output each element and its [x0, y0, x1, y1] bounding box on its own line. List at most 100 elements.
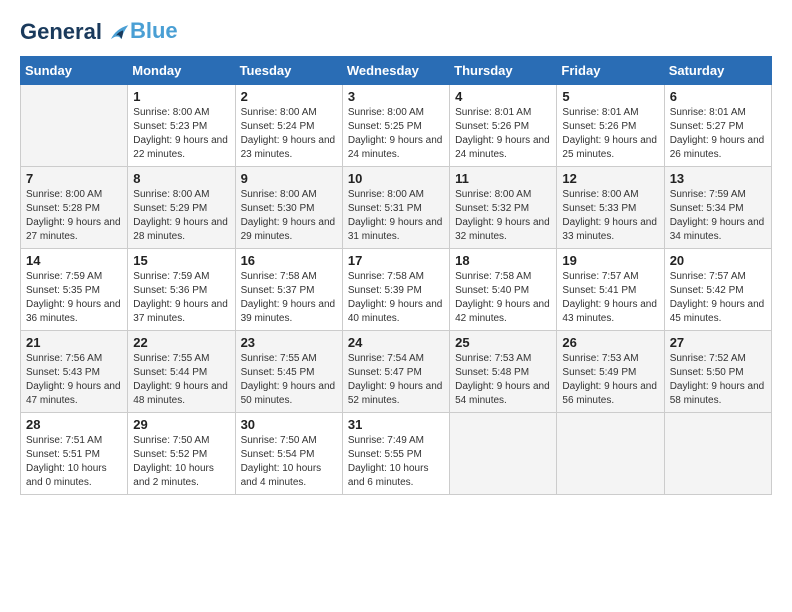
day-info: Sunrise: 8:00 AMSunset: 5:30 PMDaylight:… [241, 188, 337, 244]
day-info: Sunrise: 8:00 AMSunset: 5:24 PMDaylight:… [241, 106, 337, 162]
calendar-cell: 11Sunrise: 8:00 AMSunset: 5:32 PMDayligh… [450, 167, 557, 249]
calendar-cell: 3 Sunrise: 8:00 AMSunset: 5:25 PMDaylight… [342, 85, 449, 167]
day-info: Sunrise: 7:53 AMSunset: 5:48 PMDaylight:… [455, 352, 551, 408]
day-number: 30 [241, 417, 337, 432]
calendar-cell: 9Sunrise: 8:00 AMSunset: 5:30 PMDaylight… [235, 167, 342, 249]
day-number: 29 [133, 417, 229, 432]
header-friday: Friday [557, 57, 664, 85]
day-info: Sunrise: 7:52 AMSunset: 5:50 PMDaylight:… [670, 352, 766, 408]
day-number: 15 [133, 253, 229, 268]
calendar-cell [21, 85, 128, 167]
day-number: 18 [455, 253, 551, 268]
calendar-cell: 24 Sunrise: 7:54 AMSunset: 5:47 PMDayligh… [342, 331, 449, 413]
calendar-cell [664, 413, 771, 495]
day-info: Sunrise: 7:57 AMSunset: 5:41 PMDaylight:… [562, 270, 658, 326]
calendar-cell: 17Sunrise: 7:58 AMSunset: 5:39 PMDayligh… [342, 249, 449, 331]
day-info: Sunrise: 7:57 AMSunset: 5:42 PMDaylight:… [670, 270, 766, 326]
page-header: General Blue [20, 20, 772, 46]
calendar-cell: 27 Sunrise: 7:52 AMSunset: 5:50 PMDayligh… [664, 331, 771, 413]
calendar-cell: 20 Sunrise: 7:57 AMSunset: 5:42 PMDayligh… [664, 249, 771, 331]
day-info: Sunrise: 8:01 AMSunset: 5:27 PMDaylight:… [670, 106, 766, 162]
calendar-cell: 13Sunrise: 7:59 AMSunset: 5:34 PMDayligh… [664, 167, 771, 249]
day-info: Sunrise: 7:56 AMSunset: 5:43 PMDaylight:… [26, 352, 122, 408]
calendar-cell: 4 Sunrise: 8:01 AMSunset: 5:26 PMDaylight… [450, 85, 557, 167]
calendar-cell: 8Sunrise: 8:00 AMSunset: 5:29 PMDaylight… [128, 167, 235, 249]
day-info: Sunrise: 7:55 AMSunset: 5:45 PMDaylight:… [241, 352, 337, 408]
calendar-cell: 6 Sunrise: 8:01 AMSunset: 5:27 PMDaylight… [664, 85, 771, 167]
day-info: Sunrise: 7:53 AMSunset: 5:49 PMDaylight:… [562, 352, 658, 408]
calendar-cell: 15 Sunrise: 7:59 AMSunset: 5:36 PMDayligh… [128, 249, 235, 331]
day-info: Sunrise: 7:58 AMSunset: 5:37 PMDaylight:… [241, 270, 337, 326]
logo-text-general: General [20, 19, 102, 44]
calendar-cell: 2 Sunrise: 8:00 AMSunset: 5:24 PMDaylight… [235, 85, 342, 167]
calendar-cell: 18 Sunrise: 7:58 AMSunset: 5:40 PMDayligh… [450, 249, 557, 331]
day-number: 20 [670, 253, 766, 268]
day-info: Sunrise: 7:54 AMSunset: 5:47 PMDaylight:… [348, 352, 444, 408]
day-number: 4 [455, 89, 551, 104]
calendar-cell: 30 Sunrise: 7:50 AMSunset: 5:54 PMDayligh… [235, 413, 342, 495]
day-number: 23 [241, 335, 337, 350]
day-number: 27 [670, 335, 766, 350]
day-info: Sunrise: 7:55 AMSunset: 5:44 PMDaylight:… [133, 352, 229, 408]
calendar-cell: 28 Sunrise: 7:51 AMSunset: 5:51 PMDayligh… [21, 413, 128, 495]
calendar-cell: 29 Sunrise: 7:50 AMSunset: 5:52 PMDayligh… [128, 413, 235, 495]
day-number: 2 [241, 89, 337, 104]
header-tuesday: Tuesday [235, 57, 342, 85]
calendar-cell: 31Sunrise: 7:49 AMSunset: 5:55 PMDayligh… [342, 413, 449, 495]
day-number: 6 [670, 89, 766, 104]
header-monday: Monday [128, 57, 235, 85]
calendar-header-row: SundayMondayTuesdayWednesdayThursdayFrid… [21, 57, 772, 85]
day-number: 28 [26, 417, 122, 432]
day-number: 3 [348, 89, 444, 104]
day-number: 11 [455, 171, 551, 186]
calendar-cell: 16 Sunrise: 7:58 AMSunset: 5:37 PMDayligh… [235, 249, 342, 331]
calendar-cell [557, 413, 664, 495]
day-info: Sunrise: 8:01 AMSunset: 5:26 PMDaylight:… [562, 106, 658, 162]
calendar-cell: 10 Sunrise: 8:00 AMSunset: 5:31 PMDayligh… [342, 167, 449, 249]
calendar-cell: 25 Sunrise: 7:53 AMSunset: 5:48 PMDayligh… [450, 331, 557, 413]
calendar-cell: 7 Sunrise: 8:00 AMSunset: 5:28 PMDaylight… [21, 167, 128, 249]
day-number: 25 [455, 335, 551, 350]
logo-bird-icon [104, 20, 130, 46]
day-number: 14 [26, 253, 122, 268]
day-number: 1 [133, 89, 229, 104]
calendar-cell: 12 Sunrise: 8:00 AMSunset: 5:33 PMDayligh… [557, 167, 664, 249]
day-info: Sunrise: 8:00 AMSunset: 5:31 PMDaylight:… [348, 188, 444, 244]
logo-text-blue: Blue [130, 18, 178, 43]
day-info: Sunrise: 8:00 AMSunset: 5:29 PMDaylight:… [133, 188, 229, 244]
calendar-cell [450, 413, 557, 495]
day-number: 5 [562, 89, 658, 104]
day-number: 22 [133, 335, 229, 350]
header-saturday: Saturday [664, 57, 771, 85]
calendar-table: SundayMondayTuesdayWednesdayThursdayFrid… [20, 56, 772, 495]
day-info: Sunrise: 7:50 AMSunset: 5:54 PMDaylight:… [241, 434, 337, 490]
calendar-cell: 22 Sunrise: 7:55 AMSunset: 5:44 PMDayligh… [128, 331, 235, 413]
week-row-5: 28 Sunrise: 7:51 AMSunset: 5:51 PMDayligh… [21, 413, 772, 495]
day-number: 7 [26, 171, 122, 186]
day-info: Sunrise: 8:00 AMSunset: 5:33 PMDaylight:… [562, 188, 658, 244]
logo: General Blue [20, 20, 178, 46]
day-number: 16 [241, 253, 337, 268]
calendar-cell: 5 Sunrise: 8:01 AMSunset: 5:26 PMDaylight… [557, 85, 664, 167]
day-info: Sunrise: 8:01 AMSunset: 5:26 PMDaylight:… [455, 106, 551, 162]
calendar-cell: 26 Sunrise: 7:53 AMSunset: 5:49 PMDayligh… [557, 331, 664, 413]
calendar-cell: 21 Sunrise: 7:56 AMSunset: 5:43 PMDayligh… [21, 331, 128, 413]
day-info: Sunrise: 7:58 AMSunset: 5:40 PMDaylight:… [455, 270, 551, 326]
day-number: 12 [562, 171, 658, 186]
day-number: 24 [348, 335, 444, 350]
day-number: 10 [348, 171, 444, 186]
day-number: 17 [348, 253, 444, 268]
day-info: Sunrise: 7:49 AMSunset: 5:55 PMDaylight:… [348, 434, 444, 490]
week-row-2: 7 Sunrise: 8:00 AMSunset: 5:28 PMDaylight… [21, 167, 772, 249]
day-info: Sunrise: 7:51 AMSunset: 5:51 PMDaylight:… [26, 434, 122, 490]
calendar-cell: 19Sunrise: 7:57 AMSunset: 5:41 PMDayligh… [557, 249, 664, 331]
day-info: Sunrise: 7:59 AMSunset: 5:35 PMDaylight:… [26, 270, 122, 326]
day-info: Sunrise: 7:59 AMSunset: 5:36 PMDaylight:… [133, 270, 229, 326]
day-info: Sunrise: 8:00 AMSunset: 5:25 PMDaylight:… [348, 106, 444, 162]
day-info: Sunrise: 7:50 AMSunset: 5:52 PMDaylight:… [133, 434, 229, 490]
day-number: 26 [562, 335, 658, 350]
calendar-cell: 1Sunrise: 8:00 AMSunset: 5:23 PMDaylight… [128, 85, 235, 167]
day-number: 21 [26, 335, 122, 350]
day-info: Sunrise: 8:00 AMSunset: 5:28 PMDaylight:… [26, 188, 122, 244]
calendar-cell: 14 Sunrise: 7:59 AMSunset: 5:35 PMDayligh… [21, 249, 128, 331]
